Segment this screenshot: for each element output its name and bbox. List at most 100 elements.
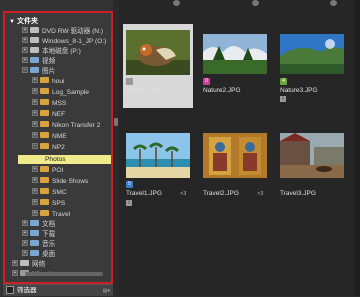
dvd-drive-icon [30, 27, 39, 34]
tree-item-label: Photos [45, 156, 66, 163]
tree-item-nef[interactable]: + NEF [32, 110, 65, 119]
folder-icon [40, 99, 49, 106]
folder-icon [40, 199, 49, 206]
tree-horizontal-scrollbar[interactable] [25, 272, 103, 276]
tree-item-sps[interactable]: + SPS [32, 199, 65, 208]
folder-tree-title: 文件夹 [16, 18, 38, 25]
tree-item-label: Travel [52, 211, 71, 218]
expand-icon[interactable]: + [32, 121, 38, 128]
tree-item-dvd[interactable]: + DVD RW 驱动器 (N:) [22, 27, 103, 36]
tree-item-houi[interactable]: + houi [32, 77, 64, 86]
file-count-badge: ×3 [257, 191, 264, 197]
file-count-badge: ×3 [180, 191, 187, 197]
label-badge: 4 [280, 78, 287, 85]
filter-options-icon[interactable]: ▤▾ [103, 285, 110, 297]
nature2-image [203, 34, 267, 74]
thumbnail-filename: Nature1.JPG [126, 87, 164, 94]
expand-icon[interactable]: + [22, 27, 28, 34]
tree-item-label: Windows_8-1_JP (O:) [42, 38, 107, 45]
tree-item-np2[interactable]: − NP2 [32, 143, 65, 152]
tree-item-pictures[interactable]: − 图片 [22, 67, 55, 76]
expand-icon[interactable]: + [32, 166, 38, 173]
folder-icon [40, 132, 49, 139]
expand-icon[interactable]: + [32, 188, 38, 195]
expand-icon[interactable]: + [12, 270, 18, 277]
filter-label: 筛选器 [17, 287, 37, 294]
nature3-image [280, 34, 344, 74]
tree-item-local-disk[interactable]: + 本地磁盘 (P:) [22, 47, 81, 56]
tree-item-photos[interactable]: Photos [18, 155, 111, 164]
folder-icon [30, 250, 39, 257]
tree-item-smc[interactable]: + SMC [32, 188, 67, 197]
tree-item-poi[interactable]: + POI [32, 166, 63, 175]
tree-item-label: Nikon Transfer 2 [52, 122, 101, 129]
nature1-image [126, 30, 190, 75]
tree-item-downloads[interactable]: + 下载 [22, 230, 55, 239]
expand-icon[interactable]: + [32, 132, 38, 139]
tree-item-label: 下载 [42, 231, 56, 238]
tree-item-desktop[interactable]: + 桌面 [22, 250, 55, 259]
label-badge: 5 [126, 181, 133, 188]
expand-icon[interactable]: + [22, 240, 28, 247]
rating-badge [126, 78, 133, 85]
tree-item-label: SMC [52, 189, 67, 196]
tree-item-label: houi [52, 78, 65, 85]
expand-icon[interactable]: + [32, 88, 38, 95]
expand-icon[interactable]: + [22, 220, 28, 227]
folder-icon [30, 240, 39, 247]
thumbnail-filename: Travel2.JPG [203, 190, 239, 197]
expand-icon[interactable]: + [32, 99, 38, 106]
filter-bar[interactable]: 筛选器 ▤▾ [3, 284, 113, 296]
tree-item-videos[interactable]: + 视频 [22, 57, 55, 66]
tree-item-mss[interactable]: + MSS [32, 99, 66, 108]
collapse-triangle-icon[interactable]: ▼ [9, 19, 15, 25]
expand-icon[interactable]: + [22, 57, 28, 64]
tree-item-label: MSS [52, 100, 67, 107]
drive-icon [30, 37, 39, 44]
tree-item-slide-shows[interactable]: + Slide Shows [32, 177, 88, 186]
splitter-grip-icon[interactable] [114, 118, 118, 126]
travel2-image [203, 133, 267, 178]
scroll-marker-icon [330, 0, 337, 6]
thumbnail-filename: Travel1.JPG [126, 190, 162, 197]
tree-item-documents[interactable]: + 文档 [22, 220, 55, 229]
expand-icon[interactable]: + [32, 199, 38, 206]
folder-icon [40, 210, 49, 217]
collapse-icon[interactable]: − [32, 143, 38, 150]
expand-icon[interactable]: + [32, 177, 38, 184]
expand-icon[interactable]: + [22, 250, 28, 257]
expand-icon[interactable] [6, 286, 14, 295]
tree-item-label: 文档 [42, 221, 56, 228]
expand-icon[interactable]: + [32, 110, 38, 117]
folder-icon [30, 57, 39, 64]
folder-icon [30, 220, 39, 227]
tree-item-travel[interactable]: + Travel [32, 210, 70, 219]
folder-tree-header[interactable]: ▼ 文件夹 [9, 16, 38, 26]
tree-item-label: POI [52, 167, 64, 174]
expand-icon[interactable]: + [22, 230, 28, 237]
tree-item-label: 音乐 [42, 241, 56, 248]
folder-icon [30, 230, 39, 237]
tree-item-nikon-transfer[interactable]: + Nikon Transfer 2 [32, 121, 100, 130]
tree-item-nme[interactable]: + NME [32, 132, 67, 141]
tree-item-log-sample[interactable]: + Log_Sample [32, 88, 89, 97]
expand-icon[interactable]: + [32, 210, 38, 217]
tree-item-network[interactable]: + 网络 [12, 260, 45, 269]
scroll-marker-icon [173, 0, 180, 6]
tree-item-windows-drive[interactable]: + Windows_8-1_JP (O:) [22, 37, 106, 46]
expand-icon[interactable]: + [22, 37, 28, 44]
info-icon[interactable]: i [280, 96, 286, 102]
expand-icon[interactable]: + [32, 77, 38, 84]
folder-icon [30, 67, 39, 74]
folder-icon [40, 188, 49, 195]
tree-item-music[interactable]: + 音乐 [22, 240, 55, 249]
expand-icon[interactable]: + [22, 47, 28, 54]
tree-item-label: SPS [52, 200, 66, 207]
collapse-icon[interactable]: − [22, 67, 28, 74]
expand-icon[interactable]: + [12, 260, 18, 267]
folder-icon [40, 166, 49, 173]
grid-vertical-scrollbar[interactable] [354, 0, 360, 296]
folder-panel: ▼ 文件夹 + DVD RW 驱动器 (N:) + Windows_8-1_JP (O… [0, 0, 119, 296]
tree-item-label: 桌面 [42, 251, 56, 258]
info-icon[interactable]: i [126, 200, 132, 206]
